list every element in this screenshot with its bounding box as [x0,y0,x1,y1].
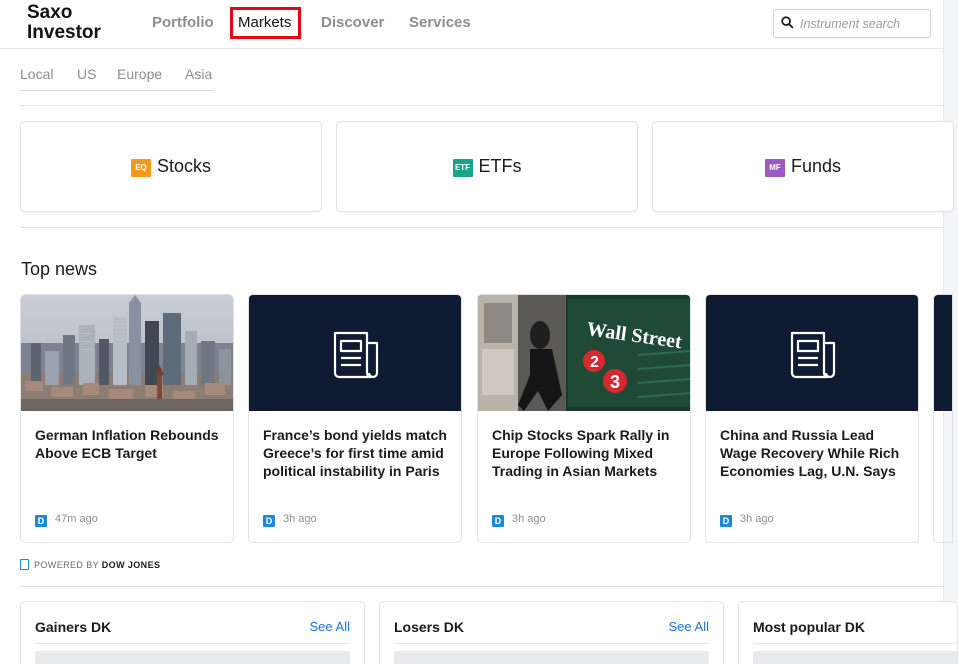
news-time: 3h ago [283,513,317,525]
category-label-funds: Funds [790,156,842,176]
panel-losers: Losers DK See All [379,601,724,664]
instrument-search[interactable] [773,9,931,38]
news-headline: France’s bond yields match Greece’s for … [263,427,447,479]
panel-divider [394,643,709,644]
svg-text:3: 3 [610,372,620,392]
news-meta: D 3h ago [263,513,317,527]
panel-most-popular: Most popular DK [738,601,958,664]
loading-skeleton [753,651,957,664]
news-image-frankfurt-skyline [21,295,233,411]
panel-title: Losers DK [394,619,465,635]
news-image-wall-street: Wall Street 2 3 [478,295,690,411]
news-headline: Chip Stocks Spark Rally in Europe Follow… [492,427,670,479]
see-all-link[interactable]: See All [310,619,350,634]
nav-discover[interactable]: Discover [321,14,384,31]
region-tabs-underline [20,90,214,91]
loading-skeleton [35,651,350,664]
nav-services[interactable]: Services [409,14,471,31]
news-meta: D 3h ago [720,513,774,527]
loading-skeleton [394,651,709,664]
top-header: Saxo Investor Portfolio Markets Discover… [0,0,944,48]
divider [20,105,943,106]
dow-jones-icon: D [492,515,504,527]
eq-badge-icon: EQ [130,159,151,177]
category-card-stocks[interactable]: EQ Stocks [20,121,322,212]
nav-portfolio[interactable]: Portfolio [152,14,214,31]
news-meta: D 47m ago [35,513,98,527]
category-card-etfs[interactable]: ETF ETFs [336,121,638,212]
search-input[interactable] [800,14,926,34]
tab-us[interactable]: US [77,66,96,82]
page: Saxo Investor Portfolio Markets Discover… [0,0,958,664]
panel-gainers: Gainers DK See All [20,601,365,664]
tab-asia[interactable]: Asia [185,66,212,82]
logo-line-2: Investor [27,22,101,43]
powered-brand: DOW JONES [101,560,161,570]
logo-line-1: Saxo [27,2,73,23]
dow-jones-icon: D [35,515,47,527]
news-meta: D 3h ago [492,513,546,527]
tab-local[interactable]: Local [20,66,53,82]
news-time: 3h ago [512,513,546,525]
header-divider [0,48,944,49]
tab-europe[interactable]: Europe [117,66,162,82]
news-time: 3h ago [740,513,774,525]
news-card[interactable]: German Inflation Rebounds Above ECB Targ… [20,294,234,543]
news-headline: China and Russia Lead Wage Recovery Whil… [720,427,900,479]
news-headline: German Inflation Rebounds Above ECB Targ… [35,427,219,461]
category-card-content: EQ Stocks [21,156,321,177]
category-label-stocks: Stocks [156,156,212,176]
news-time: 47m ago [55,513,98,525]
newspaper-icon [333,331,379,379]
dow-jones-logo-icon [20,559,29,570]
divider [20,586,943,587]
panel-divider [35,643,350,644]
newspaper-icon [790,331,836,379]
news-placeholder-image [249,295,461,411]
dow-jones-icon: D [263,515,275,527]
see-all-link[interactable]: See All [669,619,709,634]
category-card-content: ETF ETFs [337,156,637,177]
powered-by: POWERED BY DOW JONES [20,559,160,570]
news-card[interactable]: Wall Street 2 3 Chip Stocks Spark Rally … [477,294,691,543]
category-label-etfs: ETFs [478,156,522,176]
category-card-content: MF Funds [653,156,953,177]
news-card[interactable]: China and Russia Lead Wage Recovery Whil… [705,294,919,543]
panel-divider [753,643,957,644]
panel-title: Most popular DK [753,619,865,635]
active-nav-highlight [230,7,301,39]
news-card[interactable]: France’s bond yields match Greece’s for … [248,294,462,543]
news-placeholder-image [934,295,952,411]
category-card-funds[interactable]: MF Funds [652,121,954,212]
panel-title: Gainers DK [35,619,112,635]
etf-badge-icon: ETF [452,159,473,177]
search-icon [781,16,794,29]
news-placeholder-image [706,295,918,411]
powered-prefix: POWERED BY [34,560,99,570]
logo[interactable]: Saxo Investor [27,3,101,43]
top-news-heading: Top news [21,259,98,279]
divider [20,227,943,228]
mf-badge-icon: MF [764,159,785,177]
svg-text:2: 2 [590,354,599,371]
dow-jones-icon: D [720,515,732,527]
news-card-partial[interactable] [933,294,953,543]
